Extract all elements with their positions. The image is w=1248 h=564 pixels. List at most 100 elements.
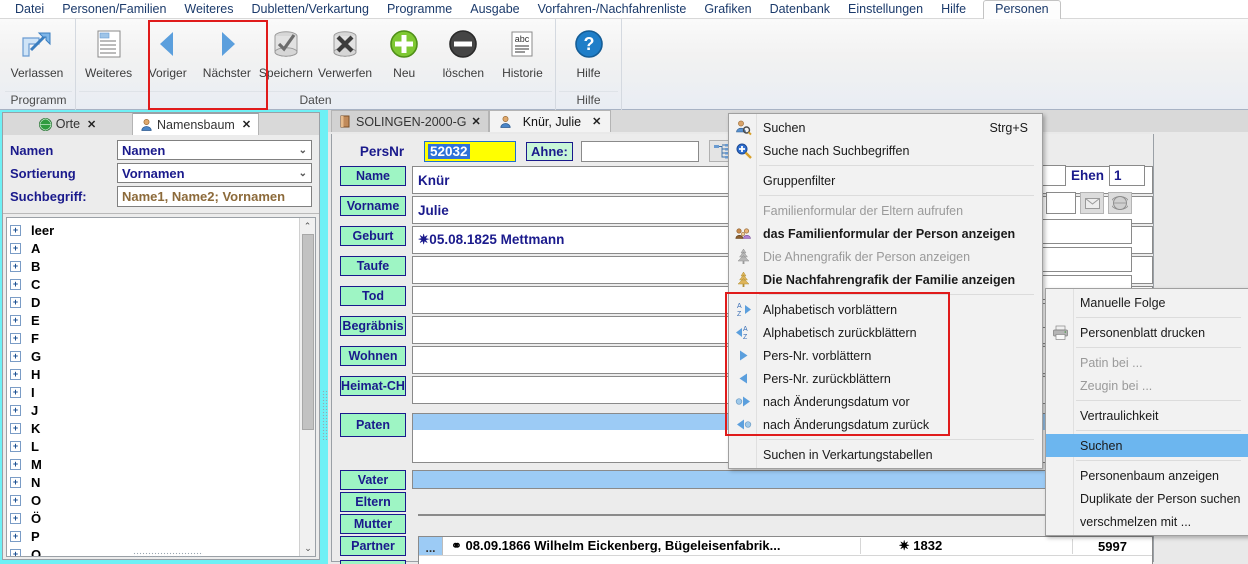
menu-item-duplikate-suchen[interactable]: Duplikate der Person suchen bbox=[1046, 487, 1248, 510]
field-key-paten[interactable]: Paten bbox=[340, 413, 406, 437]
menu-item-vorfahren-nachfahrenliste[interactable]: Vorfahren-/Nachfahrenliste bbox=[529, 0, 696, 19]
field-key-partner[interactable]: Partner bbox=[340, 536, 406, 556]
menu-item-vertraulichkeit[interactable]: Vertraulichkeit bbox=[1046, 404, 1248, 427]
scroll-up-icon[interactable]: ⌃ bbox=[300, 218, 315, 234]
menu-item-suchen[interactable]: Suchen Strg+S bbox=[729, 116, 1042, 139]
expand-icon[interactable]: + bbox=[10, 512, 21, 524]
tab-namensbaum[interactable]: Namensbaum ✕ bbox=[133, 113, 260, 135]
ribbon-button-voriger[interactable]: Voriger bbox=[138, 19, 197, 89]
menu-item-gruppenfilter[interactable]: Gruppenfilter bbox=[729, 169, 1042, 192]
field-key-taufe[interactable]: Taufe bbox=[340, 256, 406, 276]
context-menu-sub[interactable]: Manuelle Folge Personenblatt drucken Pat… bbox=[1045, 288, 1248, 536]
expand-icon[interactable]: + bbox=[10, 440, 21, 452]
tree-item-e[interactable]: + E bbox=[10, 311, 315, 329]
menu-item-persnr-vorblaettern[interactable]: Pers-Nr. vorblättern bbox=[729, 344, 1042, 367]
tree-item-g[interactable]: + G bbox=[10, 347, 315, 365]
ahne-label[interactable]: Ahne: bbox=[526, 141, 573, 161]
tree-item-m[interactable]: + M bbox=[10, 455, 315, 473]
scrollbar-thumb[interactable] bbox=[302, 234, 314, 430]
small-text-input[interactable] bbox=[1046, 192, 1076, 214]
ribbon-button-verwerfen[interactable]: Verwerfen bbox=[316, 19, 375, 89]
tree-item-i[interactable]: + I bbox=[10, 383, 315, 401]
menu-item-programme[interactable]: Programme bbox=[378, 0, 461, 19]
ribbon-button-loeschen[interactable]: löschen bbox=[434, 19, 493, 89]
menu-item-weiteres[interactable]: Weiteres bbox=[175, 0, 242, 19]
field-key-familie[interactable]: Familie bbox=[340, 560, 406, 564]
field-key-name[interactable]: Name bbox=[340, 166, 406, 186]
globe-icon[interactable] bbox=[1108, 192, 1132, 214]
ribbon-button-neu[interactable]: Neu bbox=[375, 19, 434, 89]
tree-item-b[interactable]: + B bbox=[10, 257, 315, 275]
scroll-down-icon[interactable]: ⌄ bbox=[300, 540, 315, 556]
close-icon[interactable]: ✕ bbox=[592, 115, 601, 128]
menu-item-aenderungsdatum-vor[interactable]: nach Änderungsdatum vor bbox=[729, 390, 1042, 413]
menu-item-suche-nach-suchbegriffen[interactable]: Suche nach Suchbegriffen bbox=[729, 139, 1042, 162]
tree-item-k[interactable]: + K bbox=[10, 419, 315, 437]
tree-item-leer[interactable]: + leer bbox=[10, 221, 315, 239]
expand-icon[interactable]: + bbox=[10, 332, 21, 344]
envelope-icon[interactable] bbox=[1080, 192, 1104, 214]
tree-item-j[interactable]: + J bbox=[10, 401, 315, 419]
expand-icon[interactable]: + bbox=[10, 386, 21, 398]
menu-item-personen-familien[interactable]: Personen/Familien bbox=[53, 0, 175, 19]
context-menu-main[interactable]: Suchen Strg+S Suche nach Suchbegriffen G… bbox=[725, 113, 1043, 469]
table-row[interactable]: ... ⚭ 08.09.1866 Wilhelm Eickenberg, Büg… bbox=[419, 537, 1152, 556]
right-column-field-2[interactable] bbox=[1032, 247, 1132, 272]
mutter-value[interactable] bbox=[418, 514, 1153, 516]
menu-item-suchen-sub[interactable]: Suchen bbox=[1046, 434, 1248, 457]
tree-item-p[interactable]: + P bbox=[10, 527, 315, 545]
filter-select-sortierung[interactable]: Vornamen ⌄ bbox=[117, 163, 312, 183]
tree-scrollbar[interactable]: ⌃ ⌄ bbox=[299, 218, 315, 556]
tree-item-d[interactable]: + D bbox=[10, 293, 315, 311]
ribbon-button-verlassen[interactable]: Verlassen bbox=[5, 19, 69, 89]
expand-icon[interactable]: + bbox=[10, 260, 21, 272]
expand-icon[interactable]: + bbox=[10, 224, 21, 236]
ribbon-button-speichern[interactable]: Speichern bbox=[256, 19, 315, 89]
expand-icon[interactable]: + bbox=[10, 530, 21, 542]
expand-icon[interactable]: + bbox=[10, 350, 21, 362]
menu-item-alphabetisch-vorblaettern[interactable]: A Z Alphabetisch vorblättern bbox=[729, 298, 1042, 321]
close-icon[interactable]: ✕ bbox=[471, 115, 480, 128]
expand-icon[interactable]: + bbox=[10, 494, 21, 506]
field-key-wohnen[interactable]: Wohnen bbox=[340, 346, 406, 366]
tab-orte[interactable]: Orte ✕ bbox=[3, 113, 133, 135]
tree-item-l[interactable]: + L bbox=[10, 437, 315, 455]
expand-icon[interactable]: + bbox=[10, 368, 21, 380]
expand-icon[interactable]: + bbox=[10, 314, 21, 326]
ribbon-button-weiteres[interactable]: Weiteres bbox=[79, 19, 138, 89]
expand-icon[interactable]: + bbox=[10, 242, 21, 254]
menu-item-persnr-zurueckblaettern[interactable]: Pers-Nr. zurückblättern bbox=[729, 367, 1042, 390]
close-icon[interactable]: ✕ bbox=[87, 118, 96, 131]
menu-item-dubletten-verkartung[interactable]: Dubletten/Verkartung bbox=[243, 0, 378, 19]
menu-item-manuelle-folge[interactable]: Manuelle Folge bbox=[1046, 291, 1248, 314]
field-key-eltern[interactable]: Eltern bbox=[340, 492, 406, 512]
ribbon-button-hilfe[interactable]: ? Hilfe bbox=[559, 19, 618, 89]
expand-icon[interactable]: + bbox=[10, 458, 21, 470]
field-key-vorname[interactable]: Vorname bbox=[340, 196, 406, 216]
expand-icon[interactable]: + bbox=[10, 422, 21, 434]
menu-item-aenderungsdatum-zurueck[interactable]: nach Änderungsdatum zurück bbox=[729, 413, 1042, 436]
tree-item-oe[interactable]: + Ö bbox=[10, 509, 315, 527]
ehen-input[interactable]: 1 bbox=[1109, 164, 1146, 186]
field-key-vater[interactable]: Vater bbox=[340, 470, 406, 490]
document-tab-personen[interactable]: Personen bbox=[983, 0, 1061, 19]
menu-item-suchen-verkartungstabellen[interactable]: Suchen in Verkartungstabellen bbox=[729, 443, 1042, 466]
tree-item-f[interactable]: + F bbox=[10, 329, 315, 347]
field-key-heimat-ch[interactable]: Heimat-CH bbox=[340, 376, 406, 396]
ribbon-button-historie[interactable]: abc Historie bbox=[493, 19, 552, 89]
partner-row-selector[interactable]: ... bbox=[419, 537, 443, 555]
menu-item-datei[interactable]: Datei bbox=[6, 0, 53, 19]
vater-value[interactable] bbox=[412, 470, 1153, 489]
tree-item-h[interactable]: + H bbox=[10, 365, 315, 383]
menu-item-ausgabe[interactable]: Ausgabe bbox=[461, 0, 528, 19]
menu-item-nachfahrengrafik-familie[interactable]: Die Nachfahrengrafik der Familie anzeige… bbox=[729, 268, 1042, 291]
close-icon[interactable]: ✕ bbox=[242, 118, 251, 131]
expand-icon[interactable]: + bbox=[10, 278, 21, 290]
menu-item-grafiken[interactable]: Grafiken bbox=[695, 0, 760, 19]
field-key-mutter[interactable]: Mutter bbox=[340, 514, 406, 534]
menu-item-hilfe[interactable]: Hilfe bbox=[932, 0, 975, 19]
horizontal-splitter-grip[interactable] bbox=[133, 552, 203, 558]
partner-list[interactable]: ... ⚭ 08.09.1866 Wilhelm Eickenberg, Büg… bbox=[418, 536, 1153, 564]
expand-icon[interactable]: + bbox=[10, 404, 21, 416]
field-key-geburt[interactable]: Geburt bbox=[340, 226, 406, 246]
